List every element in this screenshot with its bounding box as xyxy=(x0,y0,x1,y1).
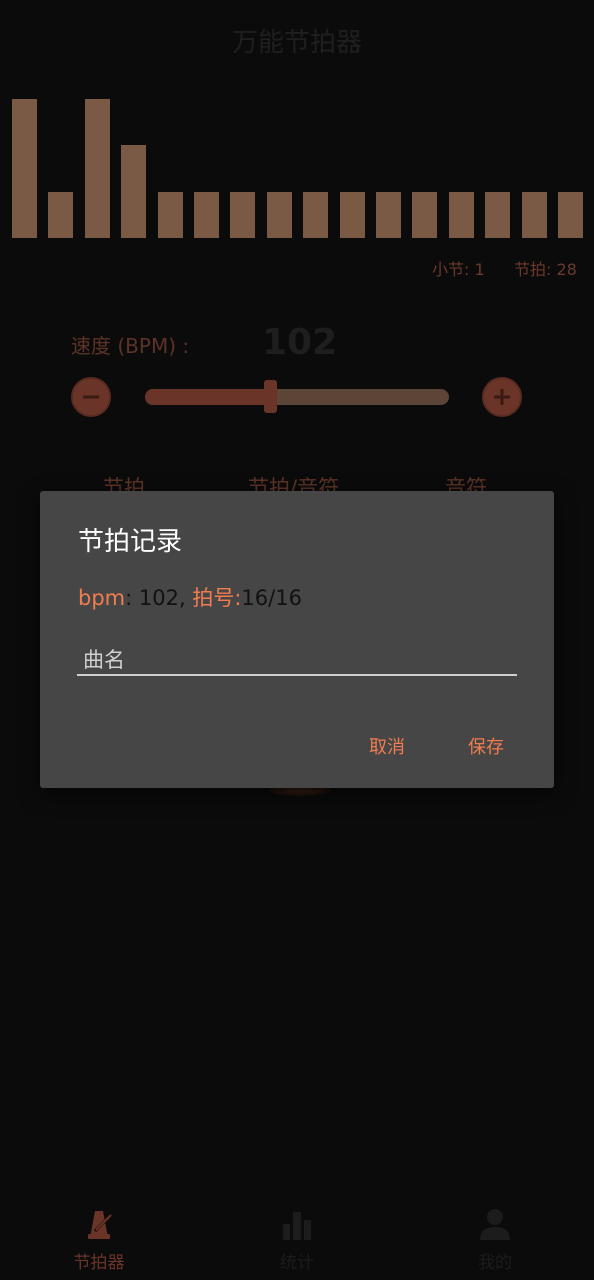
increase-bpm-button[interactable] xyxy=(482,377,522,417)
metronome-screen: 万能节拍器 小节: 1 节拍: 28 速度 (BPM) : 102 节拍 节拍/… xyxy=(0,0,594,1280)
time-signature-value: 16/16 xyxy=(241,586,302,610)
beat-label: 节拍: xyxy=(514,260,552,279)
plus-circle-icon xyxy=(494,389,510,405)
beat-counter: 节拍: 28 xyxy=(514,256,577,280)
beat-bar-1[interactable] xyxy=(12,98,37,238)
beat-bar-11[interactable] xyxy=(376,191,401,238)
beat-bar-6[interactable] xyxy=(194,191,219,238)
nav-label-statistics: 统计 xyxy=(280,1253,314,1273)
beat-bar-7[interactable] xyxy=(230,191,256,238)
bpm-slider[interactable] xyxy=(145,389,449,405)
decrease-bpm-button[interactable] xyxy=(71,377,111,417)
beat-bar-8[interactable] xyxy=(266,191,292,238)
beat-bar-13[interactable] xyxy=(448,191,474,238)
song-name-input[interactable] xyxy=(77,646,517,676)
minus-circle-icon xyxy=(83,395,99,399)
beat-bar-12[interactable] xyxy=(412,191,438,238)
bar-chart-icon xyxy=(283,1212,311,1240)
measure-value: 1 xyxy=(474,260,485,279)
nav-item-profile[interactable]: 我的 xyxy=(425,1200,565,1280)
metronome-icon xyxy=(88,1211,113,1239)
speed-value: 102 xyxy=(262,322,338,363)
bpm-slider-fill xyxy=(145,389,270,405)
beat-bar-3[interactable] xyxy=(84,98,110,238)
beat-bar-5[interactable] xyxy=(157,191,183,238)
bpm-slider-thumb[interactable] xyxy=(263,380,277,413)
time-signature-label: 拍号: xyxy=(185,586,242,610)
nav-item-metronome[interactable]: 节拍器 xyxy=(29,1200,169,1280)
beat-bar-2[interactable] xyxy=(48,191,74,238)
beat-bar-15[interactable] xyxy=(521,191,547,238)
app-title: 万能节拍器 xyxy=(231,28,362,58)
beat-value: 28 xyxy=(556,260,577,279)
nav-label-metronome: 节拍器 xyxy=(73,1253,125,1273)
measure-label: 小节: xyxy=(432,260,470,279)
nav-item-statistics[interactable]: 统计 xyxy=(227,1200,367,1280)
save-button[interactable]: 保存 xyxy=(468,733,504,759)
dialog-title: 节拍记录 xyxy=(78,527,183,557)
beat-bar-10[interactable] xyxy=(339,191,365,238)
nav-label-profile: 我的 xyxy=(478,1253,512,1273)
speed-label: 速度 (BPM) : xyxy=(71,334,190,358)
beat-bar-9[interactable] xyxy=(303,191,329,238)
beat-bar-4[interactable] xyxy=(121,145,147,238)
beat-bar-14[interactable] xyxy=(485,191,511,238)
person-icon xyxy=(480,1209,510,1240)
dialog-info: bpm: 102, 拍号:16/16 xyxy=(78,582,302,612)
bpm-value: : 102, xyxy=(125,586,186,610)
beat-bar-16[interactable] xyxy=(558,191,583,238)
bottom-nav: 节拍器 统计 我的 xyxy=(0,1200,594,1280)
cancel-button[interactable]: 取消 xyxy=(369,733,405,759)
measure-counter: 小节: 1 xyxy=(432,256,485,280)
beat-bars xyxy=(12,96,583,238)
beat-record-dialog: 节拍记录 bpm: 102, 拍号:16/16 取消 保存 xyxy=(40,491,554,788)
bpm-label: bpm xyxy=(78,586,126,610)
